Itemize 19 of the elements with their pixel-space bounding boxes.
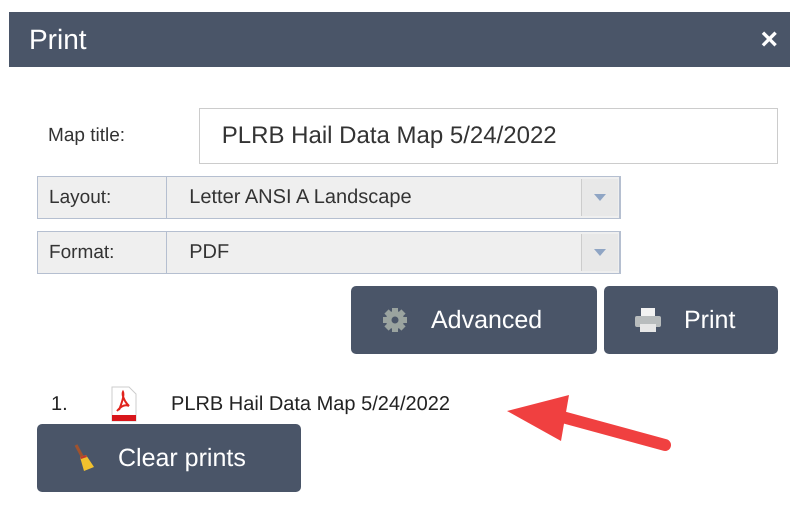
clear-prints-button[interactable]: Clear prints xyxy=(37,424,301,492)
window-title: Print xyxy=(29,24,87,56)
print-button[interactable]: Print xyxy=(604,286,778,354)
broom-icon xyxy=(72,443,96,473)
list-number: 1. xyxy=(50,392,69,416)
field-label: Layout: xyxy=(48,186,112,208)
print-link[interactable]: PLRB Hail Data Map 5/24/2022 xyxy=(171,392,450,416)
close-button[interactable]: × xyxy=(760,22,778,56)
input-field[interactable]: PLRB Hail Data Map 5/24/2022 xyxy=(198,108,778,164)
caret-icon xyxy=(594,194,606,202)
gear-icon xyxy=(381,306,409,334)
field-label: Format: xyxy=(48,242,116,264)
pdf-file-icon xyxy=(111,386,137,422)
dropdown-field[interactable]: Letter ANSI A Landscape xyxy=(166,176,620,219)
printer-icon xyxy=(634,307,662,333)
field-label: Map title: xyxy=(47,125,126,147)
advanced-button[interactable]: Advanced xyxy=(351,286,597,354)
caret-icon xyxy=(594,248,606,256)
dropdown-field[interactable]: PDF xyxy=(166,231,620,274)
